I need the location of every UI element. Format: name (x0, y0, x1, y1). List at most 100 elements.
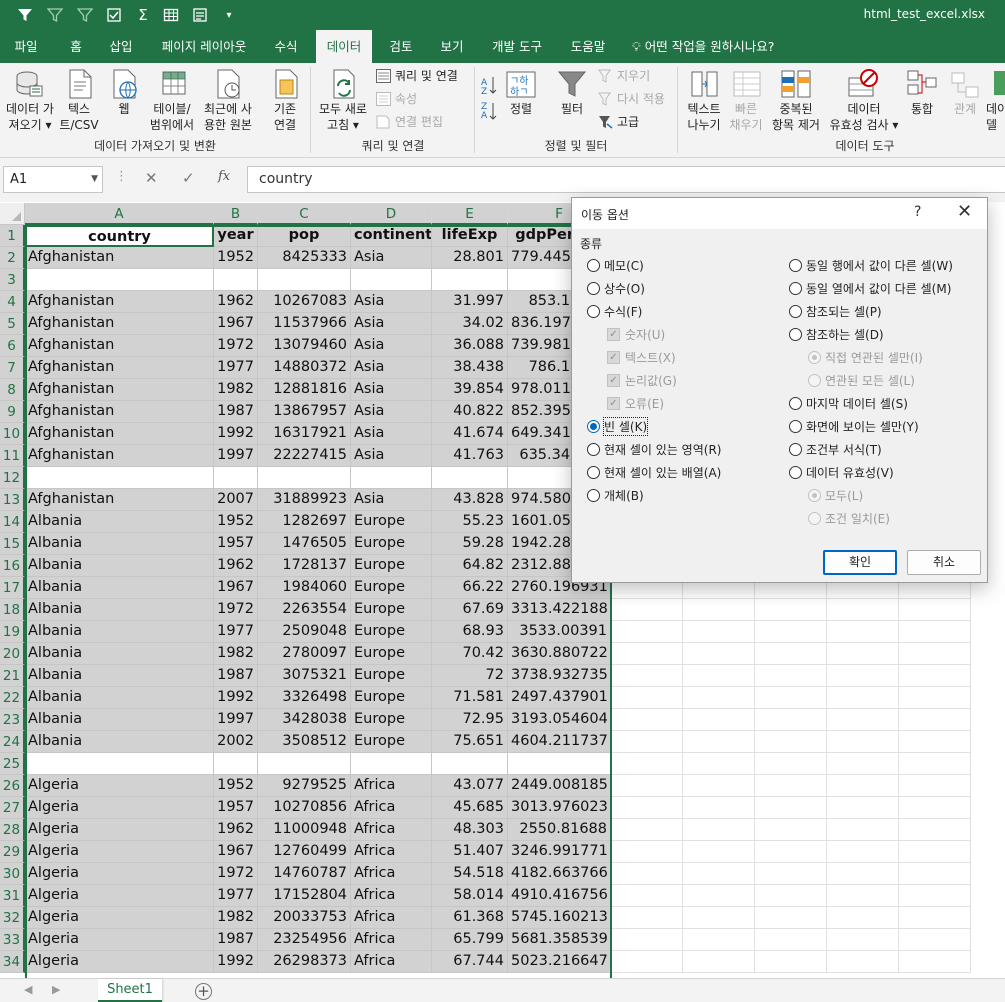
table-cell[interactable]: 61.368 (432, 907, 508, 929)
row-header[interactable]: 33 (0, 929, 25, 951)
table-cell[interactable]: Algeria (25, 929, 214, 951)
reapply-icon[interactable] (74, 5, 96, 25)
table-cell[interactable]: 64.82 (432, 555, 508, 577)
table-cell[interactable]: 55.23 (432, 511, 508, 533)
table-cell[interactable]: Albania (25, 621, 214, 643)
table-cell[interactable] (827, 907, 899, 929)
table-cell[interactable]: 39.854 (432, 379, 508, 401)
table-cell[interactable]: 43.828 (432, 489, 508, 511)
filter-icon[interactable] (14, 5, 36, 25)
left-option-1[interactable]: 상수(O) (587, 279, 645, 297)
row-header[interactable]: 18 (0, 599, 25, 621)
radio-icon[interactable] (587, 488, 600, 502)
table-cell[interactable]: Europe (351, 665, 432, 687)
row-header[interactable]: 22 (0, 687, 25, 709)
table-cell[interactable]: 3508512 (258, 731, 351, 753)
table-cell[interactable] (827, 753, 899, 775)
table-cell[interactable]: 67.744 (432, 951, 508, 973)
prev-sheet-icon[interactable]: ◀ (24, 983, 32, 996)
column-header-b[interactable]: B (214, 203, 258, 225)
table-cell[interactable] (214, 753, 258, 775)
table-cell[interactable]: Algeria (25, 841, 214, 863)
name-box[interactable]: A1 ▼ (3, 166, 103, 193)
table-cell[interactable]: 1282697 (258, 511, 351, 533)
table-cell[interactable]: Albania (25, 643, 214, 665)
table-cell[interactable]: 1984060 (258, 577, 351, 599)
table-cell[interactable]: 2007 (214, 489, 258, 511)
table-cell[interactable] (683, 731, 755, 753)
radio-icon[interactable] (789, 465, 802, 479)
table-cell[interactable]: Afghanistan (25, 401, 214, 423)
table-cell[interactable]: 12881816 (258, 379, 351, 401)
tell-me-box[interactable]: 💡︎ 어떤 작업을 원하시나요? (632, 30, 774, 63)
table-cell[interactable]: 1957 (214, 797, 258, 819)
row-header[interactable]: 19 (0, 621, 25, 643)
table-cell[interactable]: 1952 (214, 775, 258, 797)
table-cell[interactable] (683, 687, 755, 709)
table-cell[interactable] (755, 951, 827, 973)
table-cell[interactable] (755, 599, 827, 621)
table-cell[interactable]: Africa (351, 775, 432, 797)
refresh-all-button[interactable]: 모두 새로 고침 ▾ (314, 101, 372, 133)
radio-icon[interactable] (789, 258, 802, 272)
add-sheet-icon[interactable]: + (195, 983, 212, 1000)
row-header[interactable]: 1 (0, 225, 25, 247)
radio-icon[interactable] (789, 419, 802, 433)
table-cell[interactable]: 1982 (214, 907, 258, 929)
table-cell[interactable]: Algeria (25, 863, 214, 885)
table-cell[interactable]: Albania (25, 665, 214, 687)
table-cell[interactable]: 4182.663766 (508, 863, 611, 885)
tab-review[interactable]: 검토 (380, 30, 422, 63)
table-cell[interactable] (827, 929, 899, 951)
row-header[interactable]: 14 (0, 511, 25, 533)
table-cell[interactable]: 71.581 (432, 687, 508, 709)
table-cell[interactable]: 67.69 (432, 599, 508, 621)
table-cell[interactable]: Algeria (25, 951, 214, 973)
table-cell[interactable]: Africa (351, 797, 432, 819)
table-cell[interactable] (827, 951, 899, 973)
table-cell[interactable] (214, 467, 258, 489)
table-cell[interactable]: 3428038 (258, 709, 351, 731)
table-cell[interactable]: Europe (351, 599, 432, 621)
row-header[interactable]: 30 (0, 863, 25, 885)
table-cell[interactable]: 4604.211737 (508, 731, 611, 753)
table-cell[interactable] (827, 885, 899, 907)
left-option-3[interactable]: ✓ 숫자(U) (607, 325, 665, 343)
table-cell[interactable] (899, 709, 971, 731)
table-cell[interactable]: 1987 (214, 401, 258, 423)
table-cell[interactable] (755, 709, 827, 731)
row-header[interactable]: 34 (0, 951, 25, 973)
advanced-button[interactable]: 고급 (598, 114, 639, 130)
table-cell[interactable]: 43.077 (432, 775, 508, 797)
left-option-8[interactable]: 현재 셀이 있는 영역(R) (587, 440, 721, 458)
table-cell[interactable] (611, 951, 683, 973)
table-cell[interactable]: country (25, 225, 214, 247)
help-icon[interactable]: ? (914, 204, 921, 220)
left-option-6[interactable]: ✓ 오류(E) (607, 394, 664, 412)
tab-file[interactable]: 파일 (5, 30, 47, 63)
table-cell[interactable] (683, 797, 755, 819)
select-all-corner[interactable] (0, 203, 25, 225)
table-cell[interactable]: Asia (351, 247, 432, 269)
text-to-columns-button[interactable]: 텍스트 나누기 (681, 101, 727, 133)
left-option-9[interactable]: 현재 셀이 있는 배열(A) (587, 463, 721, 481)
row-header[interactable]: 4 (0, 291, 25, 313)
row-header[interactable]: 3 (0, 269, 25, 291)
table-cell[interactable]: Europe (351, 533, 432, 555)
radio-icon[interactable] (587, 258, 600, 272)
table-cell[interactable]: 2550.81688 (508, 819, 611, 841)
table-cell[interactable]: 1972 (214, 863, 258, 885)
row-header[interactable]: 24 (0, 731, 25, 753)
table-cell[interactable]: 3313.422188 (508, 599, 611, 621)
table-cell[interactable] (755, 687, 827, 709)
table-cell[interactable] (611, 885, 683, 907)
table-cell[interactable]: Afghanistan (25, 379, 214, 401)
row-header[interactable]: 20 (0, 643, 25, 665)
sort-button[interactable]: 정렬 (502, 101, 540, 117)
table-cell[interactable]: Albania (25, 731, 214, 753)
table-cell[interactable]: Asia (351, 379, 432, 401)
table-cell[interactable]: 4910.416756 (508, 885, 611, 907)
sheet-tab[interactable]: Sheet1 (98, 979, 162, 1002)
radio-icon[interactable] (808, 488, 821, 502)
table-cell[interactable] (258, 753, 351, 775)
